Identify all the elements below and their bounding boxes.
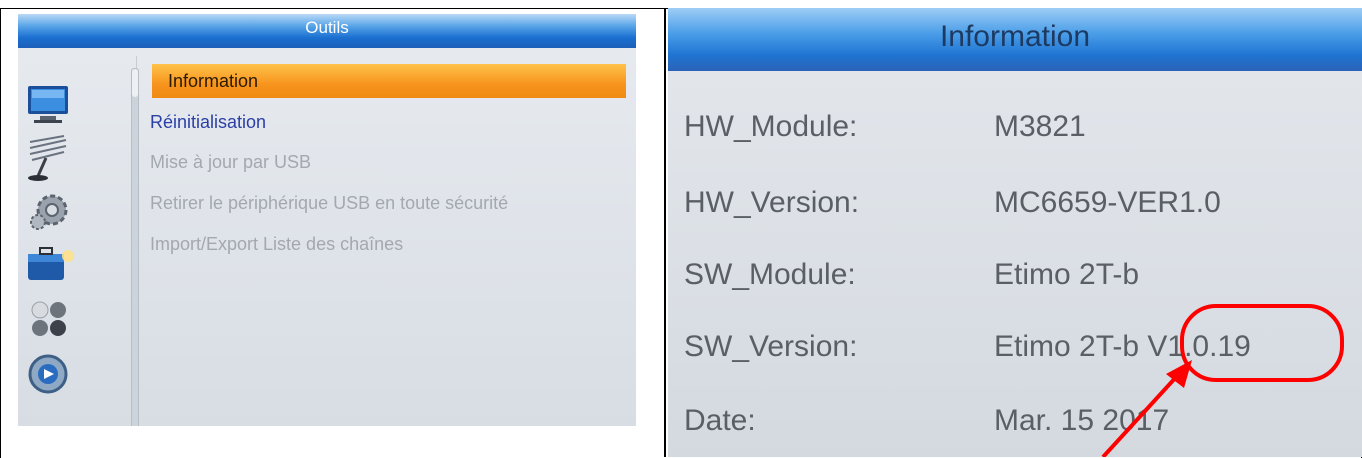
annotation-arrow (1101, 373, 1180, 457)
annotation-overlay (1101, 304, 1344, 457)
version-highlight-circle (1180, 304, 1344, 382)
